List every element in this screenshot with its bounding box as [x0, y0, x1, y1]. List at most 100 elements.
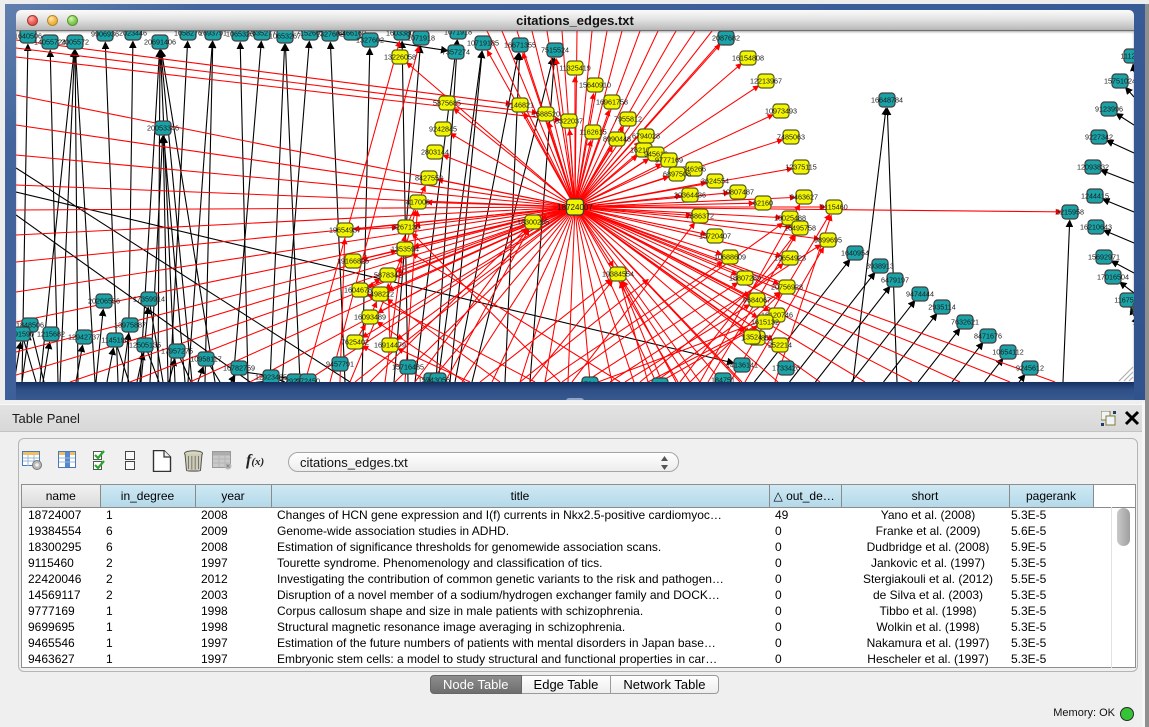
svg-text:1640954: 1640954 — [841, 249, 869, 258]
svg-text:62160: 62160 — [753, 199, 773, 208]
svg-text:10807487: 10807487 — [722, 188, 754, 197]
svg-text:1071918: 1071918 — [407, 34, 435, 43]
svg-text:16782759: 16782759 — [223, 364, 255, 373]
svg-text:9457791: 9457791 — [326, 360, 354, 369]
svg-text:9463627: 9463627 — [790, 193, 818, 202]
svg-text:10654112: 10654112 — [992, 348, 1023, 357]
svg-text:16914479: 16914479 — [374, 341, 406, 350]
svg-text:17957275: 17957275 — [161, 347, 193, 356]
svg-text:14136141: 14136141 — [726, 361, 758, 370]
svg-text:1145194: 1145194 — [101, 336, 128, 345]
svg-text:8990448: 8990448 — [603, 135, 631, 144]
svg-text:19166825: 19166825 — [337, 257, 369, 266]
svg-text:8471676: 8471676 — [974, 332, 1002, 341]
svg-text:2693791: 2693791 — [199, 31, 227, 38]
svg-text:391590: 391590 — [16, 330, 34, 339]
svg-text:7357274: 7357274 — [442, 48, 470, 57]
svg-text:9899695: 9899695 — [814, 236, 842, 245]
svg-text:16495758: 16495758 — [784, 224, 816, 233]
svg-text:7625402: 7625402 — [341, 338, 369, 347]
svg-text:20206556: 20206556 — [88, 297, 120, 306]
svg-text:18807289: 18807289 — [729, 274, 761, 283]
svg-text:1498222: 1498222 — [366, 290, 394, 299]
svg-text:111246: 111246 — [1121, 52, 1134, 61]
svg-text:9242845: 9242845 — [429, 125, 457, 134]
svg-text:16154808: 16154808 — [732, 54, 764, 63]
svg-text:13975887: 13975887 — [114, 321, 146, 330]
svg-text:1244415: 1244415 — [1081, 192, 1109, 201]
svg-text:3215958: 3215958 — [1056, 208, 1084, 217]
svg-text:7515524: 7515524 — [541, 46, 569, 55]
svg-text:15716485: 15716485 — [392, 363, 424, 372]
svg-text:20053346: 20053346 — [147, 124, 179, 133]
svg-text:20364436: 20364436 — [674, 191, 706, 200]
svg-text:2935114: 2935114 — [928, 303, 955, 312]
svg-text:9777169: 9777169 — [655, 156, 683, 165]
svg-text:8427552: 8427552 — [415, 174, 443, 183]
svg-text:16648784: 16648784 — [871, 96, 903, 105]
svg-text:16210643: 16210643 — [1080, 223, 1112, 232]
svg-text:12093832: 12093832 — [1077, 163, 1109, 172]
svg-text:15720407: 15720407 — [699, 232, 731, 241]
svg-text:9906936: 9906936 — [91, 31, 119, 39]
svg-text:9123996: 9123996 — [1095, 105, 1123, 114]
svg-text:8322037: 8322037 — [555, 117, 583, 126]
svg-text:116753: 116753 — [1129, 305, 1134, 314]
svg-text:12213967: 12213967 — [750, 77, 782, 86]
svg-text:6479197: 6479197 — [881, 276, 909, 285]
svg-text:19384554: 19384554 — [602, 270, 634, 279]
svg-text:11325419: 11325419 — [559, 64, 590, 73]
svg-text:10973493: 10973493 — [765, 107, 797, 116]
svg-text:9146821: 9146821 — [506, 101, 534, 110]
svg-text:7886372: 7886372 — [686, 212, 714, 221]
svg-text:1167534: 1167534 — [1114, 296, 1134, 305]
svg-text:1058276: 1058276 — [174, 31, 202, 38]
svg-text:7632621: 7632621 — [951, 318, 979, 327]
svg-text:3624554: 3624554 — [701, 177, 729, 186]
svg-text:5878342: 5878342 — [374, 271, 402, 280]
svg-text:9227342: 9227342 — [1085, 133, 1113, 142]
svg-text:17016504: 17016504 — [1097, 273, 1129, 282]
svg-text:7955812: 7955812 — [614, 115, 642, 124]
svg-text:18724007: 18724007 — [557, 203, 593, 212]
svg-text:1353594: 1353594 — [391, 245, 419, 254]
svg-text:6897508: 6897508 — [663, 170, 691, 179]
svg-text:16961758: 16961758 — [596, 98, 628, 107]
svg-text:6794028: 6794028 — [632, 132, 660, 141]
svg-text:12505135: 12505135 — [129, 341, 161, 350]
svg-text:10719185: 10719185 — [467, 39, 499, 48]
svg-text:1215682: 1215682 — [37, 330, 65, 339]
svg-text:19654923: 19654923 — [774, 254, 806, 263]
svg-text:10688609: 10688609 — [714, 253, 746, 262]
svg-text:18300295: 18300295 — [517, 218, 549, 227]
svg-text:13524: 13524 — [742, 333, 762, 342]
svg-text:16093489: 16093489 — [354, 313, 386, 322]
svg-text:9474444: 9474444 — [906, 290, 934, 299]
svg-text:13226058: 13226058 — [384, 53, 416, 62]
svg-text:1327602: 1327602 — [356, 36, 384, 45]
svg-text:8938913: 8938913 — [866, 262, 894, 271]
svg-text:12375115: 12375115 — [785, 163, 816, 172]
svg-text:2023446: 2023446 — [119, 31, 147, 38]
svg-text:3267130: 3267130 — [392, 223, 420, 232]
svg-text:7485063: 7485063 — [777, 133, 805, 142]
svg-text:2087682: 2087682 — [712, 34, 740, 43]
svg-text:9684067: 9684067 — [743, 296, 771, 305]
svg-text:2005572: 2005572 — [61, 38, 89, 47]
svg-text:1071918: 1071918 — [444, 31, 472, 37]
svg-text:417006: 417006 — [406, 198, 430, 207]
svg-text:19654937: 19654937 — [329, 226, 361, 235]
svg-text:9245612: 9245612 — [1016, 364, 1044, 373]
svg-text:5875685: 5875685 — [433, 99, 461, 108]
svg-text:15751024: 15751024 — [1104, 77, 1134, 86]
svg-text:20691406: 20691406 — [144, 38, 176, 47]
svg-text:20756928: 20756928 — [771, 283, 803, 292]
svg-text:10958117: 10958117 — [190, 355, 221, 364]
svg-text:1615132: 1615132 — [751, 318, 779, 327]
svg-text:15640910: 15640910 — [579, 81, 611, 90]
svg-text:12942737: 12942737 — [68, 333, 100, 342]
svg-text:1733426: 1733426 — [772, 364, 800, 373]
svg-text:16671355: 16671355 — [504, 41, 536, 50]
svg-text:9115460: 9115460 — [820, 203, 847, 212]
svg-text:15692971: 15692971 — [1088, 253, 1120, 262]
